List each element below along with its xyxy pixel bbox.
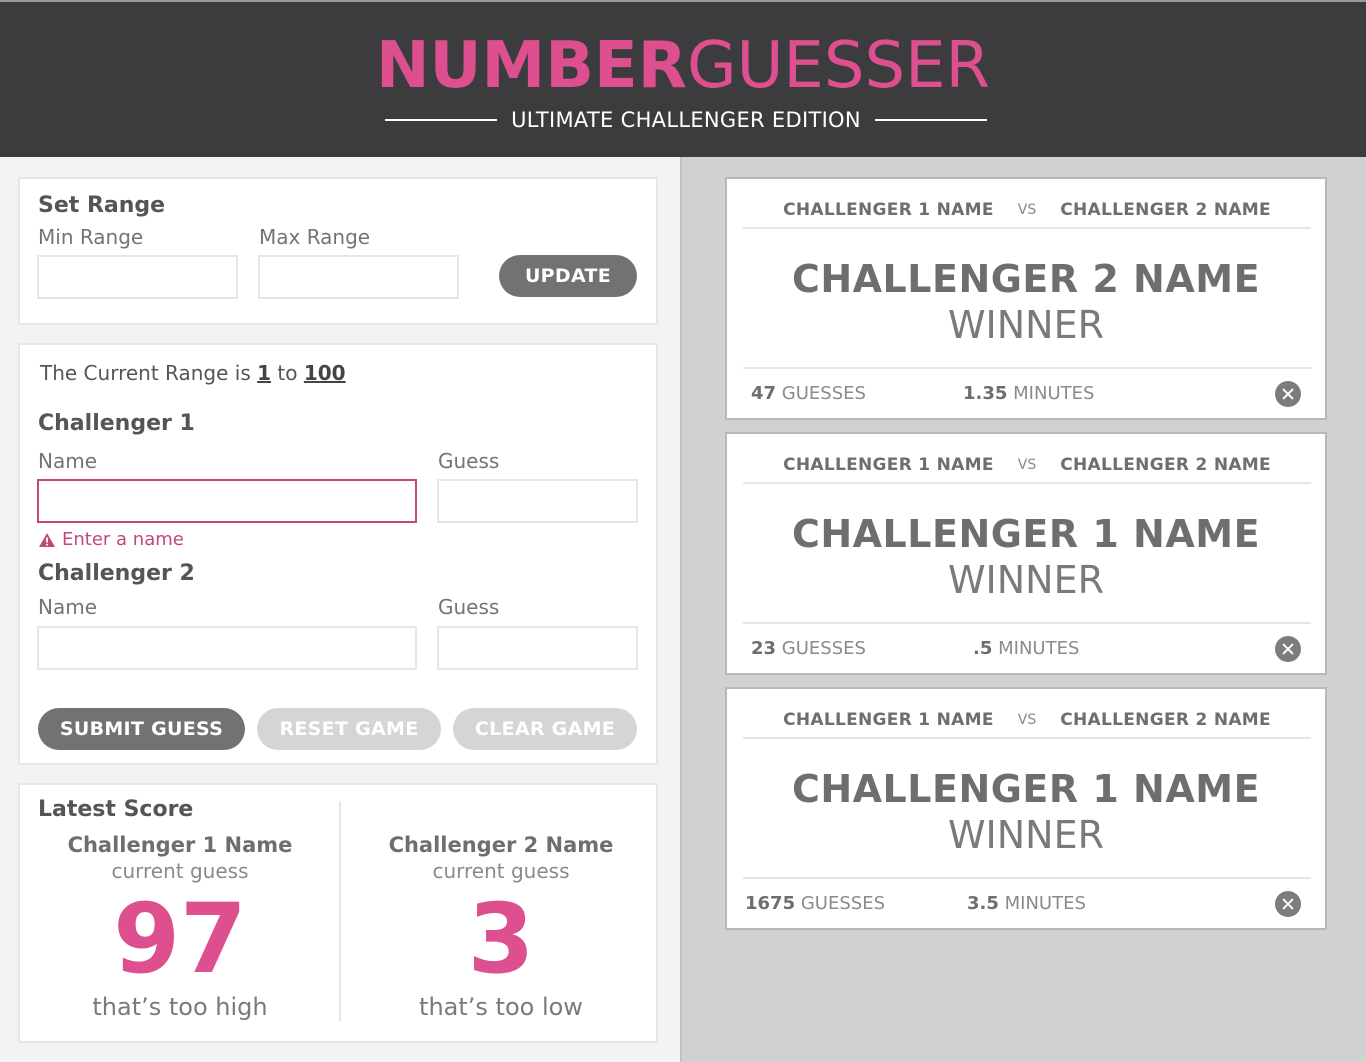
current-range-max: 100	[303, 361, 346, 385]
max-range-input[interactable]	[258, 255, 459, 299]
challenger2-guess-label: Guess	[438, 595, 500, 619]
set-range-panel: Set Range Min Range Max Range UPDATE	[18, 177, 658, 325]
subtitle-text: ULTIMATE CHALLENGER EDITION	[511, 108, 861, 132]
score-right-number: 3	[467, 883, 535, 995]
card-footer: 1675 GUESSES 3.5 MINUTES	[743, 877, 1311, 927]
logo-guesser: GUESSER	[686, 29, 991, 103]
update-button[interactable]: UPDATE	[499, 255, 637, 297]
challenger1-guess-input[interactable]	[437, 479, 638, 523]
challenger2-name-label: Name	[38, 595, 98, 619]
close-icon[interactable]	[1275, 381, 1301, 407]
challenger2-name-input[interactable]	[37, 626, 417, 670]
subtitle-divider-right	[874, 119, 987, 121]
card-guesses-count: 23	[751, 638, 777, 659]
card-challenger1: CHALLENGER 1 NAME	[783, 455, 994, 475]
card-minutes-value: .5	[973, 638, 993, 659]
card-vs: VS	[1017, 712, 1037, 728]
card-minutes-label: MINUTES	[1004, 893, 1086, 914]
card-minutes-value: 1.35	[963, 383, 1008, 404]
score-right-message: that’s too low	[419, 993, 583, 1021]
right-column: CHALLENGER 1 NAME VS CHALLENGER 2 NAME C…	[680, 157, 1366, 1062]
clear-game-button[interactable]: CLEAR GAME	[453, 708, 637, 750]
score-right: Challenger 2 Name current guess 3 that’s…	[341, 833, 661, 1021]
card-winner-label: WINNER	[947, 303, 1105, 347]
challenger1-name-error: Enter a name	[38, 529, 184, 550]
card-winner-label: WINNER	[947, 558, 1105, 602]
card-footer: 47 GUESSES 1.35 MINUTES	[743, 367, 1311, 417]
close-icon[interactable]	[1275, 891, 1301, 917]
app-logo: NUMBERGUESSER	[0, 28, 1366, 104]
challenger1-guess-label: Guess	[438, 449, 500, 473]
score-left: Challenger 1 Name current guess 97 that’…	[20, 833, 340, 1021]
card-minutes: 1.35 MINUTES	[963, 383, 1094, 404]
score-right-sub: current guess	[432, 859, 570, 883]
app-header: NUMBERGUESSER ULTIMATE CHALLENGER EDITIO…	[0, 0, 1366, 157]
game-card: CHALLENGER 1 NAME VS CHALLENGER 2 NAME C…	[725, 432, 1327, 675]
card-guesses: 1675 GUESSES	[745, 893, 885, 914]
card-minutes-label: MINUTES	[1013, 383, 1095, 404]
min-range-label: Min Range	[38, 225, 144, 249]
score-right-name: Challenger 2 Name	[388, 833, 614, 857]
score-left-sub: current guess	[111, 859, 249, 883]
card-guesses-label: GUESSES	[781, 383, 866, 404]
current-range-min: 1	[257, 361, 272, 385]
card-minutes-label: MINUTES	[998, 638, 1080, 659]
challenger1-name-label: Name	[38, 449, 98, 473]
card-winner-name: CHALLENGER 1 NAME	[791, 512, 1261, 556]
app-subtitle: ULTIMATE CHALLENGER EDITION	[385, 105, 987, 135]
card-challenger2: CHALLENGER 2 NAME	[1060, 200, 1271, 220]
game-card: CHALLENGER 1 NAME VS CHALLENGER 2 NAME C…	[725, 177, 1327, 420]
card-vs-row: CHALLENGER 1 NAME VS CHALLENGER 2 NAME	[743, 448, 1311, 484]
card-guesses: 47 GUESSES	[751, 383, 866, 404]
current-range-text: The Current Range is 1 to 100	[40, 361, 346, 385]
card-footer: 23 GUESSES .5 MINUTES	[743, 622, 1311, 672]
max-range-label: Max Range	[259, 225, 371, 249]
challenger1-heading: Challenger 1	[38, 411, 195, 436]
score-left-name: Challenger 1 Name	[67, 833, 293, 857]
card-guesses-count: 1675	[745, 893, 796, 914]
card-guesses-count: 47	[751, 383, 777, 404]
card-minutes: 3.5 MINUTES	[967, 893, 1086, 914]
reset-game-button[interactable]: RESET GAME	[257, 708, 441, 750]
challenger2-heading: Challenger 2	[38, 561, 195, 586]
card-vs: VS	[1017, 202, 1037, 218]
card-minutes-value: 3.5	[967, 893, 999, 914]
card-challenger1: CHALLENGER 1 NAME	[783, 710, 994, 730]
warning-icon	[38, 532, 56, 548]
card-winner-name: CHALLENGER 1 NAME	[791, 767, 1261, 811]
submit-guess-button[interactable]: SUBMIT GUESS	[38, 708, 245, 750]
challenger2-guess-input[interactable]	[437, 626, 638, 670]
score-left-number: 97	[113, 883, 247, 995]
current-range-prefix: The Current Range is	[40, 361, 251, 385]
card-guesses: 23 GUESSES	[751, 638, 866, 659]
card-challenger2: CHALLENGER 2 NAME	[1060, 455, 1271, 475]
close-icon[interactable]	[1275, 636, 1301, 662]
card-guesses-label: GUESSES	[781, 638, 866, 659]
card-vs: VS	[1017, 457, 1037, 473]
card-challenger2: CHALLENGER 2 NAME	[1060, 710, 1271, 730]
game-card: CHALLENGER 1 NAME VS CHALLENGER 2 NAME C…	[725, 687, 1327, 930]
logo-number: NUMBER	[375, 29, 687, 103]
set-range-heading: Set Range	[38, 193, 166, 218]
card-winner-label: WINNER	[947, 813, 1105, 857]
subtitle-divider-left	[385, 119, 497, 121]
card-minutes: .5 MINUTES	[973, 638, 1079, 659]
challenger1-name-input[interactable]	[37, 479, 417, 523]
latest-score-panel: Latest Score Challenger 1 Name current g…	[18, 783, 658, 1043]
latest-score-heading: Latest Score	[38, 797, 194, 822]
card-guesses-label: GUESSES	[800, 893, 885, 914]
score-left-message: that’s too high	[92, 993, 268, 1021]
left-column: Set Range Min Range Max Range UPDATE The…	[0, 157, 680, 1062]
card-challenger1: CHALLENGER 1 NAME	[783, 200, 994, 220]
min-range-input[interactable]	[37, 255, 238, 299]
challengers-panel: The Current Range is 1 to 100 Challenger…	[18, 343, 658, 765]
error-text: Enter a name	[62, 529, 184, 550]
card-vs-row: CHALLENGER 1 NAME VS CHALLENGER 2 NAME	[743, 703, 1311, 739]
current-range-to: to	[277, 361, 298, 385]
card-vs-row: CHALLENGER 1 NAME VS CHALLENGER 2 NAME	[743, 193, 1311, 229]
card-winner-name: CHALLENGER 2 NAME	[791, 257, 1261, 301]
